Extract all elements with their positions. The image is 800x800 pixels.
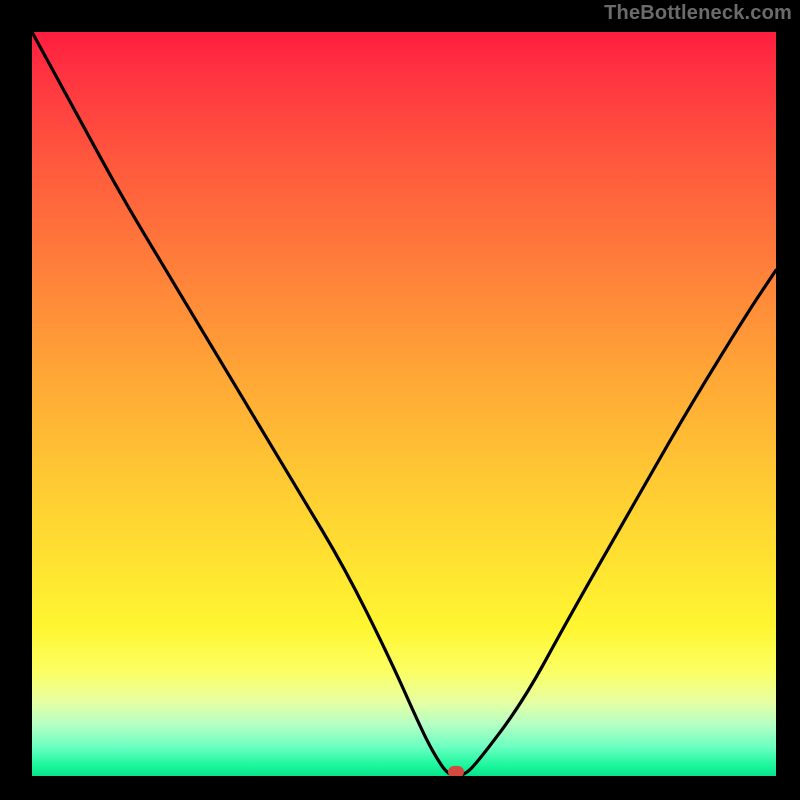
optimal-point-marker <box>448 766 464 776</box>
bottleneck-curve <box>32 32 776 776</box>
chart-frame: TheBottleneck.com <box>0 0 800 800</box>
watermark-text: TheBottleneck.com <box>604 2 792 25</box>
plot-area <box>32 32 776 776</box>
